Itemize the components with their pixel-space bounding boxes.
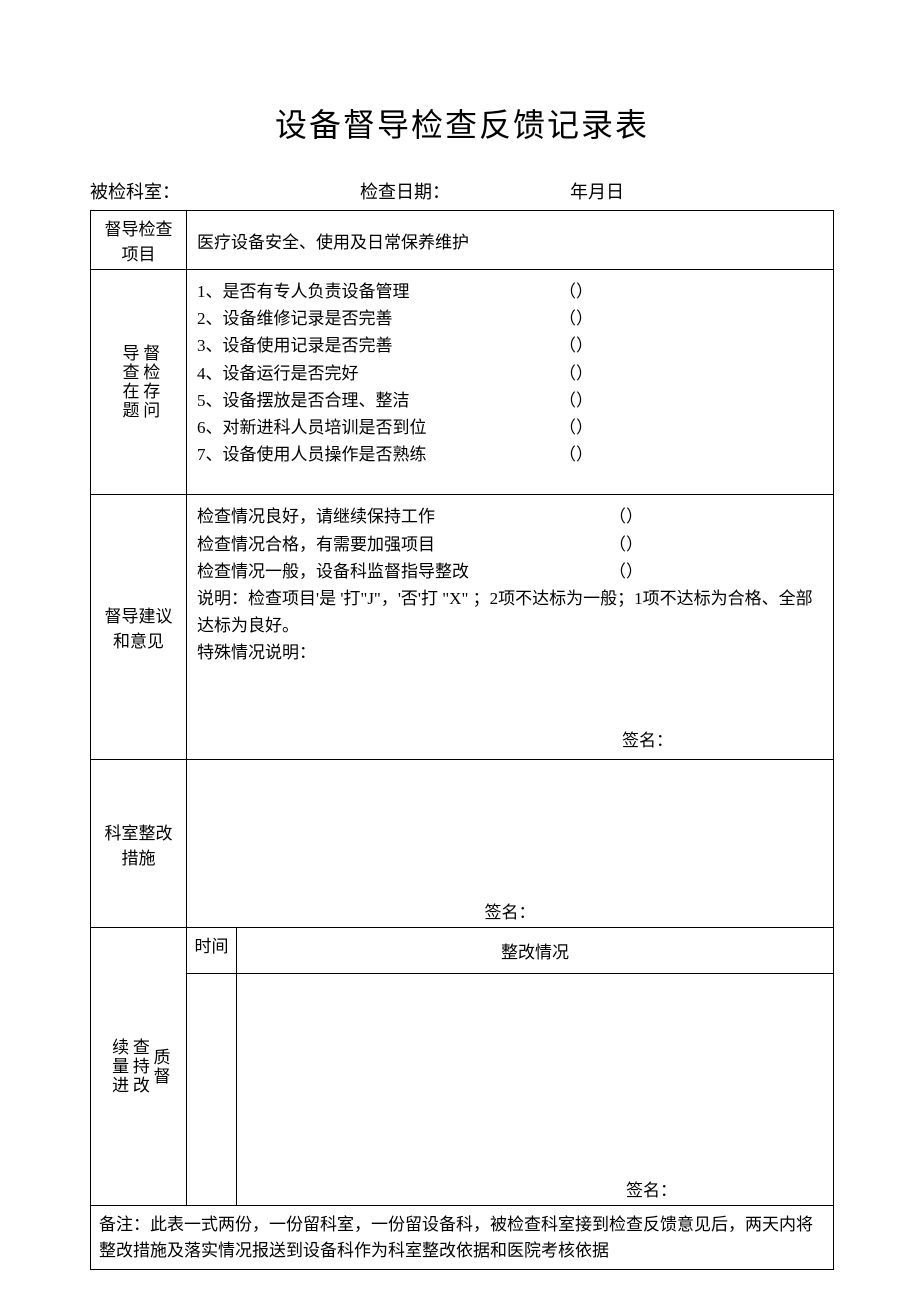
date-value: 年月日 [570,178,624,204]
advice-paren: （） [609,531,823,558]
check-item: 4、设备运行是否完好 （） [197,360,823,387]
check-text: 4、设备运行是否完好 [197,360,359,387]
check-text: 2、设备维修记录是否完善 [197,305,393,332]
continuous-label: 续量进 查持改 质督 [91,928,187,1206]
row-items: 督导检查项目 医疗设备安全、使用及日常保养维护 [91,211,834,270]
check-item: 5、设备摆放是否合理、整洁 （） [197,387,823,414]
advice-text: 检查情况一般，设备科监督指导整改 [197,558,469,585]
row-problems: 导查在题 督检存问 1、是否有专人负责设备管理 （） 2、设备维修记录是否完善 … [91,270,834,495]
check-text: 7、设备使用人员操作是否熟练 [197,441,427,468]
dept-label: 被检科室： [90,178,360,204]
time-header: 时间 [187,928,237,974]
advice-item: 检查情况一般，设备科监督指导整改 （） [197,558,823,585]
advice-text: 检查情况合格，有需要加强项目 [197,531,435,558]
status-cell: 签名： [237,974,834,1206]
main-table: 督导检查项目 医疗设备安全、使用及日常保养维护 导查在题 督检存问 1、是否有专… [90,210,834,1270]
check-paren: （） [559,332,823,359]
items-value: 医疗设备安全、使用及日常保养维护 [187,211,834,270]
check-item: 6、对新进科人员培训是否到位 （） [197,414,823,441]
advice-paren: （） [609,558,823,585]
rect-body: 签名： [187,760,834,928]
problems-label: 导查在题 督检存问 [91,270,187,495]
special-note: 特殊情况说明： [197,639,823,666]
date-label: 检查日期： [360,178,570,204]
cont-label-col-c: 质督 [150,1038,169,1095]
problems-label-col-b: 督检存问 [140,344,159,420]
problems-label-col-a: 导查在题 [119,344,138,420]
page-title: 设备督导检查反馈记录表 [90,100,834,146]
advice-label: 督导建议和意见 [91,495,187,760]
cont-label-col-b: 查持改 [129,1038,148,1095]
cont-label-col-a: 续量进 [108,1038,127,1095]
check-paren: （） [559,387,823,414]
check-paren: （） [559,278,823,305]
status-header: 整改情况 [237,928,834,974]
advice-note: 说明：检查项目'是 '打"J"，'否'打 "X" ；2项不达标为一般；1项不达标… [197,585,823,639]
signature-line: 签名： [197,726,823,751]
items-label: 督导检查项目 [91,211,187,270]
advice-item: 检查情况良好，请继续保持工作 （） [197,503,823,530]
check-paren: （） [559,441,823,468]
advice-item: 检查情况合格，有需要加强项目 （） [197,531,823,558]
check-item: 7、设备使用人员操作是否熟练 （） [197,441,823,468]
advice-text: 检查情况良好，请继续保持工作 [197,503,435,530]
check-item: 1、是否有专人负责设备管理 （） [197,278,823,305]
problems-body: 1、是否有专人负责设备管理 （） 2、设备维修记录是否完善 （） 3、设备使用记… [187,270,834,495]
row-continuous-body: 签名： [91,974,834,1206]
check-paren: （） [559,305,823,332]
rect-label: 科室整改措施 [91,760,187,928]
check-paren: （） [559,360,823,387]
check-text: 1、是否有专人负责设备管理 [197,278,410,305]
advice-paren: （） [609,503,823,530]
header-row: 被检科室： 检查日期： 年月日 [90,178,834,204]
check-text: 6、对新进科人员培训是否到位 [197,414,427,441]
signature-line: 签名： [187,898,833,923]
row-rectification: 科室整改措施 签名： [91,760,834,928]
time-cell [187,974,237,1206]
check-item: 3、设备使用记录是否完善 （） [197,332,823,359]
signature-line: 签名： [243,1176,827,1201]
row-continuous-header: 续量进 查持改 质督 时间 整改情况 [91,928,834,974]
check-item: 2、设备维修记录是否完善 （） [197,305,823,332]
check-paren: （） [559,414,823,441]
row-footer-note: 备注：此表一式两份，一份留科室，一份留设备科，被检查科室接到检查反馈意见后，两天… [91,1206,834,1270]
check-text: 5、设备摆放是否合理、整洁 [197,387,410,414]
footer-note: 备注：此表一式两份，一份留科室，一份留设备科，被检查科室接到检查反馈意见后，两天… [91,1206,834,1270]
check-text: 3、设备使用记录是否完善 [197,332,393,359]
row-advice: 督导建议和意见 检查情况良好，请继续保持工作 （） 检查情况合格，有需要加强项目… [91,495,834,760]
advice-body: 检查情况良好，请继续保持工作 （） 检查情况合格，有需要加强项目 （） 检查情况… [187,495,834,760]
